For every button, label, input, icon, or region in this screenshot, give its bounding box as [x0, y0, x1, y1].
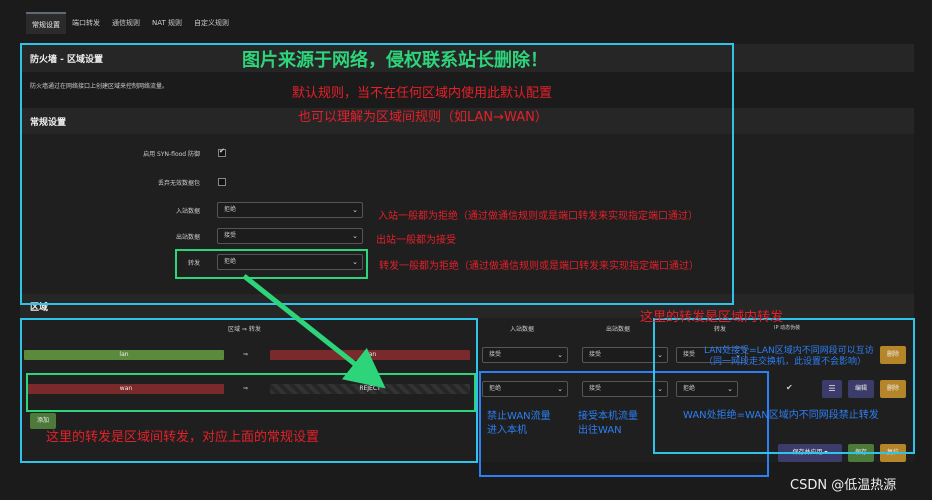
annotation-default-rules: 默认规则，当不在任何区域内使用此默认配置	[292, 86, 553, 101]
lan-input-value: 接受	[489, 351, 502, 358]
tab-general[interactable]: 常规设置	[26, 12, 66, 34]
annotation-lan-accept-2: （同一网段走交换机，此设置不会影响）	[704, 357, 867, 367]
lan-input-select[interactable]: 接受 ⌄	[482, 347, 568, 363]
lan-output-value: 接受	[589, 351, 602, 358]
annotation-input-note: 入站一般都为拒绝（通过做通信规则或是端口转发来实现指定端口通过）	[378, 211, 698, 222]
tab-port-forward[interactable]: 端口转发	[66, 12, 106, 34]
col-output: 出站数据	[606, 326, 631, 333]
csdn-watermark: CSDN @低温热源	[790, 478, 897, 493]
annotation-wan-reject: WAN处拒绝=WAN区域内不同网段禁止转发	[683, 410, 879, 421]
col-input: 入站数据	[510, 326, 535, 333]
chevron-down-icon: ⌄	[557, 351, 563, 359]
annotation-output-note: 出站一般都为接受	[376, 235, 456, 246]
annotation-inter-zone-rules: 也可以理解为区域间规则（如LAN→WAN）	[298, 110, 548, 125]
watermark-text: 图片来源于网络，侵权联系站长删除！	[242, 50, 548, 71]
tab-custom-rules[interactable]: 自定义规则	[188, 12, 235, 34]
annotation-box-intra-forward	[653, 318, 915, 454]
annotation-arrow-icon	[242, 274, 386, 389]
tab-bar: 常规设置 端口转发 通信规则 NAT 规则 自定义规则	[26, 12, 235, 34]
annotation-forward-note: 转发一般都为拒绝（通过做通信规则或是端口转发来实现指定端口通过）	[379, 261, 699, 272]
tab-nat-rules[interactable]: NAT 规则	[146, 12, 188, 34]
annotation-intra-zone-forward: 这里的转发是区域内转发	[640, 310, 784, 325]
tab-traffic-rules[interactable]: 通信规则	[106, 12, 146, 34]
annotation-accept-local-1: 接受本机流量	[578, 411, 638, 422]
annotation-inter-zone-forward: 这里的转发是区域间转发，对应上面的常规设置	[46, 430, 320, 445]
annotation-accept-local-2: 出往WAN	[578, 425, 622, 436]
annotation-block-wan-1: 禁止WAN流量	[487, 411, 551, 422]
annotation-block-wan-2: 进入本机	[487, 425, 527, 436]
